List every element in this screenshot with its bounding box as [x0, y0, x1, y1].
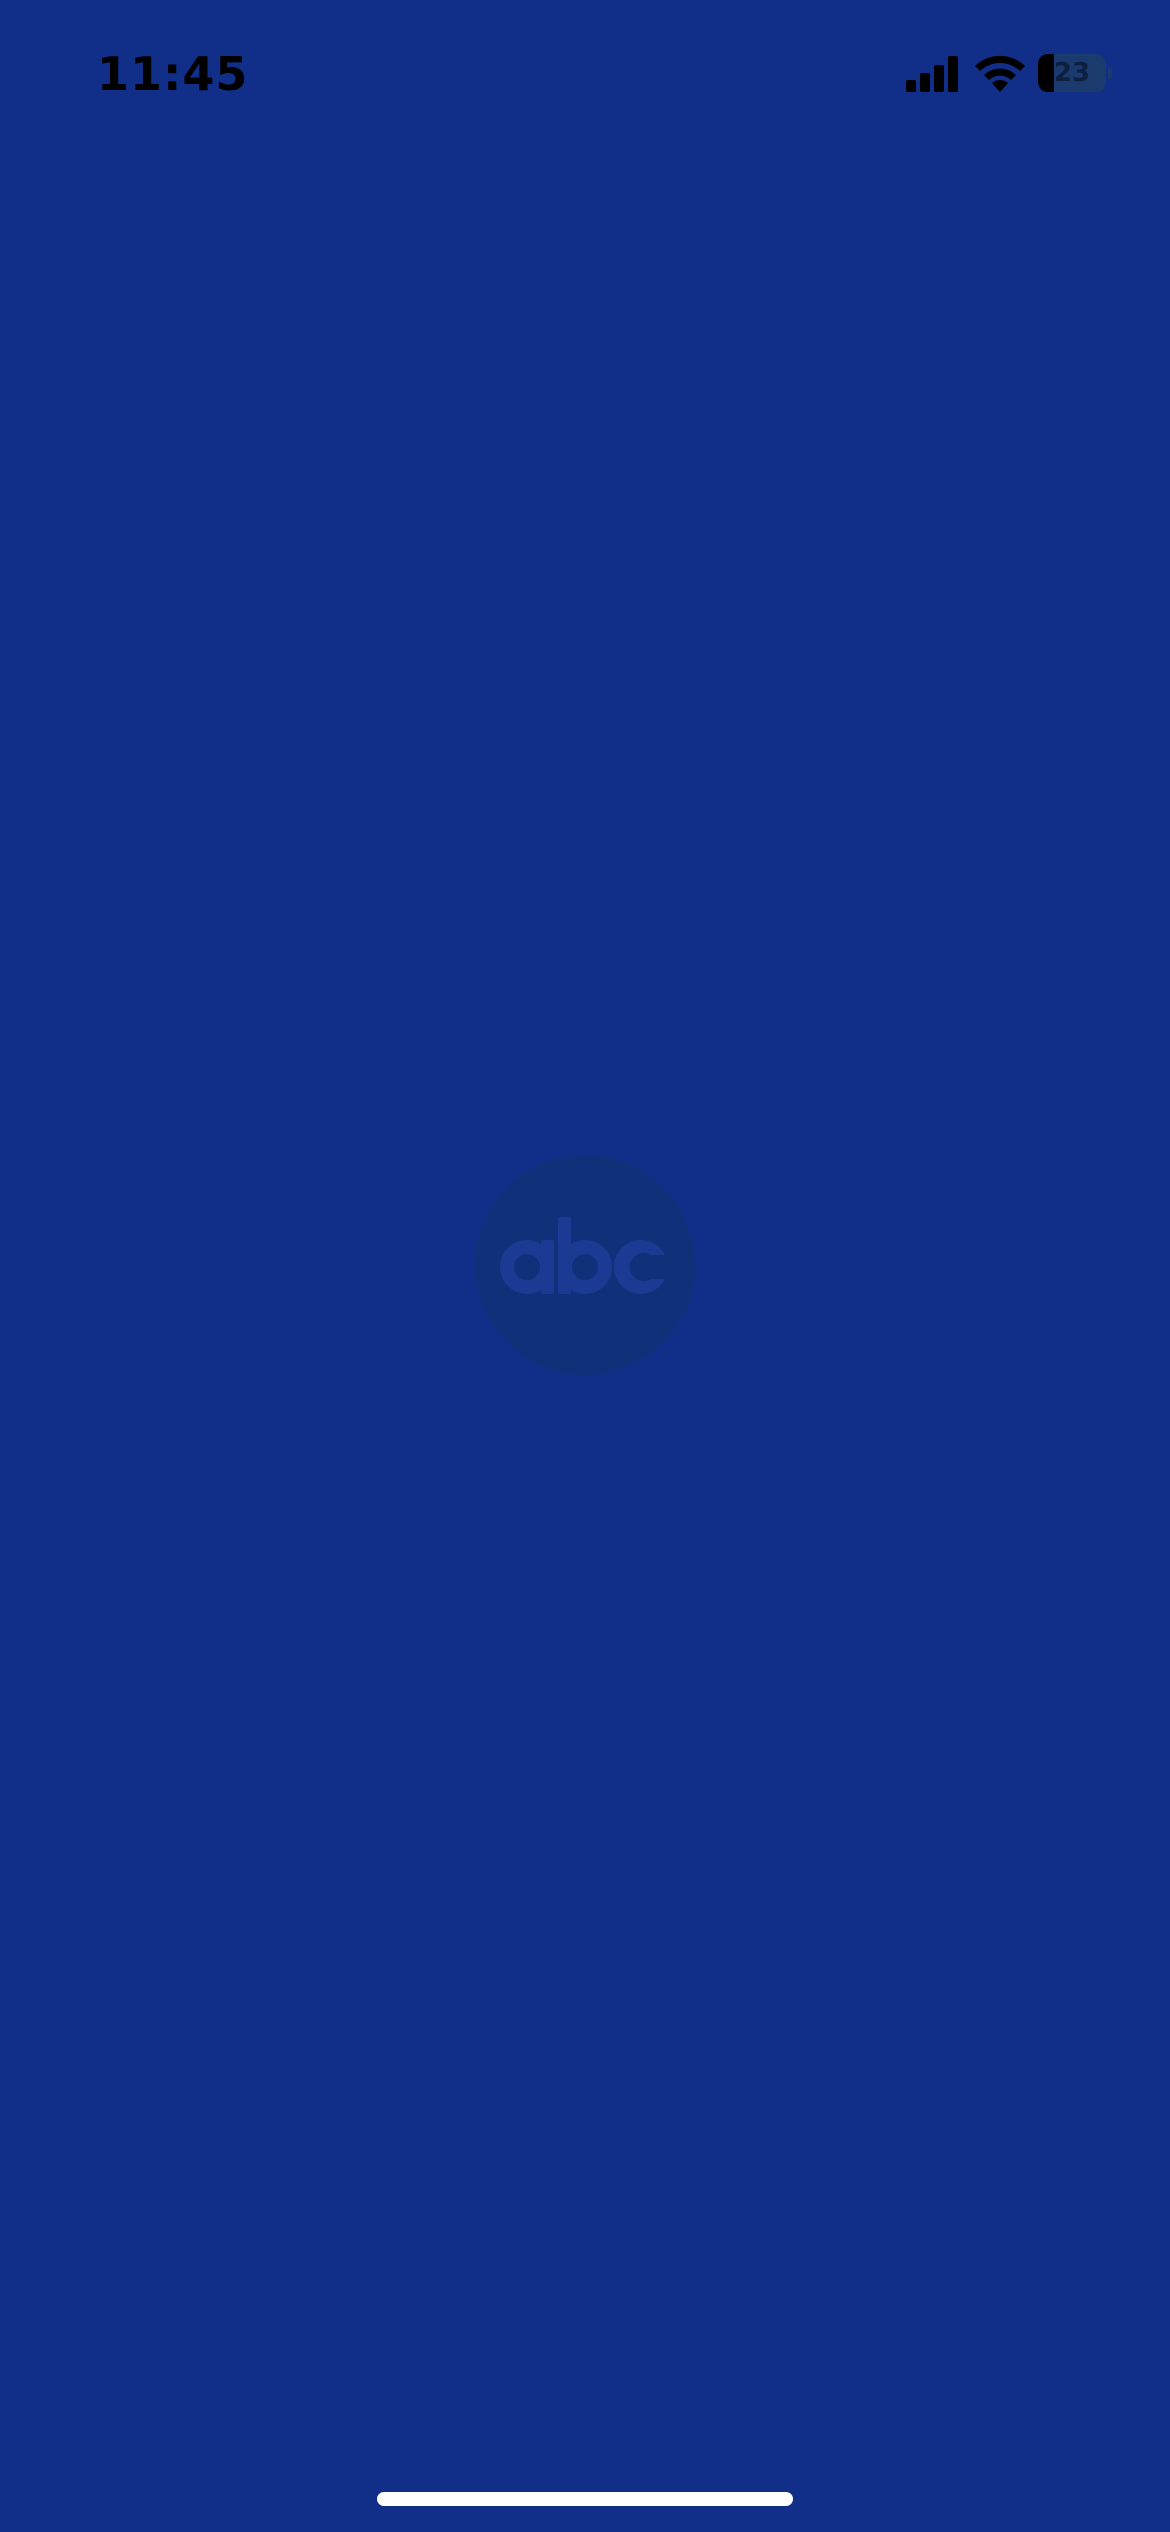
battery-body: 23: [1038, 54, 1106, 92]
battery-level: 23: [1053, 58, 1091, 88]
status-time: 11:45: [97, 47, 249, 101]
battery-icon: 23: [1038, 54, 1112, 92]
battery-cap: [1108, 67, 1112, 79]
wifi-icon: [975, 55, 1025, 92]
cellular-signal-icon: [906, 56, 958, 92]
splash-screen: 11:45 23: [0, 0, 1170, 2532]
home-indicator[interactable]: [377, 2492, 793, 2506]
abc-logo-icon: [475, 1155, 695, 1375]
status-bar: 11:45 23: [0, 0, 1170, 150]
abc-logo: [475, 1155, 695, 1375]
